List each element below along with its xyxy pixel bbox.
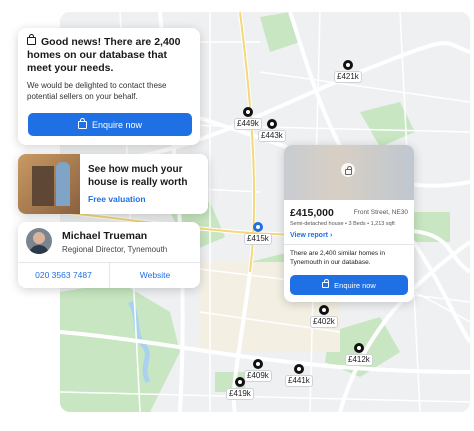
lock-icon	[322, 279, 330, 288]
property-price: £415,000	[290, 207, 334, 219]
lock-icon	[77, 117, 87, 129]
good-news-title: Good news! There are 2,400 homes on our …	[27, 36, 181, 74]
property-card[interactable]: £415,000 Front Street, NE30 Semi-detache…	[284, 145, 414, 302]
enquire-now-button[interactable]: Enquire now	[290, 275, 408, 295]
home-pin-icon	[342, 60, 353, 70]
property-photo-blurred	[284, 145, 414, 200]
home-pin-icon	[252, 359, 263, 369]
price-pin[interactable]: £441k	[285, 364, 313, 387]
valuation-card[interactable]: See how much your house is really worth …	[18, 154, 208, 214]
chevron-right-icon: ›	[329, 232, 333, 239]
divider	[284, 244, 414, 245]
agent-card: Michael Trueman Regional Director, Tynem…	[18, 222, 200, 288]
home-pin-icon	[252, 222, 263, 232]
similar-homes-text: There are 2,400 similar homes in Tynemou…	[290, 250, 386, 266]
free-valuation-link[interactable]: Free valuation	[88, 194, 146, 204]
home-pin-icon	[353, 343, 364, 353]
valuation-title: See how much your house is really worth	[88, 164, 188, 188]
home-pin-icon	[266, 119, 277, 129]
home-pin-icon	[293, 364, 304, 374]
lock-icon	[341, 163, 355, 177]
home-pin-icon	[242, 107, 253, 117]
price-pin[interactable]: £443k	[258, 119, 286, 142]
enquire-now-button[interactable]: Enquire now	[28, 113, 192, 136]
house-photo	[18, 154, 80, 214]
avatar	[26, 228, 52, 254]
price-pin[interactable]: £402k	[310, 305, 338, 328]
home-pin-icon	[318, 305, 329, 315]
price-pin-selected[interactable]: £415k	[244, 222, 272, 245]
property-details: Semi-detached house • 3 Beds • 1,213 sqf…	[290, 221, 395, 227]
home-pin-icon	[234, 377, 245, 387]
phone-link[interactable]: 020 3563 7487	[18, 262, 109, 288]
good-news-body: We would be delighted to contact these p…	[27, 81, 167, 101]
property-address: Front Street, NE30	[353, 209, 408, 216]
good-news-card: Good news! There are 2,400 homes on our …	[18, 28, 200, 145]
agent-role: Regional Director, Tynemouth	[62, 245, 168, 254]
view-report-link[interactable]: View report ›	[290, 232, 332, 239]
agent-name: Michael Trueman	[62, 230, 148, 242]
lock-icon	[27, 34, 36, 45]
price-pin[interactable]: £412k	[345, 343, 373, 366]
price-pin[interactable]: £419k	[226, 377, 254, 400]
website-link[interactable]: Website	[110, 262, 200, 288]
price-pin[interactable]: £421k	[334, 60, 362, 83]
